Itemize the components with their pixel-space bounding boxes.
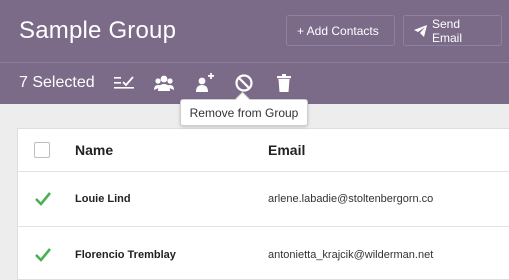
- remove-from-group-tooltip: Remove from Group: [180, 99, 308, 126]
- table-row[interactable]: Florencio Tremblay antonietta_krajcik@wi…: [18, 227, 509, 280]
- selected-count: 7 Selected: [19, 74, 95, 91]
- column-header-email[interactable]: Email: [268, 142, 305, 158]
- page-title: Sample Group: [19, 17, 177, 44]
- contact-name: Florencio Tremblay: [75, 249, 176, 261]
- tooltip-text: Remove from Group: [189, 105, 299, 120]
- check-icon[interactable]: [34, 190, 52, 208]
- contacts-table: Name Email Louie Lind arlene.labadie@sto…: [17, 128, 509, 280]
- check-icon[interactable]: [34, 246, 52, 264]
- contact-email: arlene.labadie@stoltenbergorn.co: [268, 193, 434, 205]
- trash-icon[interactable]: [273, 72, 295, 94]
- select-all-checkbox[interactable]: [34, 142, 50, 158]
- paper-plane-icon: [414, 24, 427, 37]
- contact-name: Louie Lind: [75, 193, 131, 205]
- group-users-icon[interactable]: [153, 72, 175, 94]
- group-header: Sample Group + Add Contacts Send Email 7…: [0, 0, 509, 104]
- contact-email: antonietta_krajcik@wilderman.net: [268, 249, 434, 261]
- remove-block-icon[interactable]: [233, 72, 255, 94]
- send-email-label: Send Email: [432, 16, 463, 45]
- add-to-group-icon[interactable]: [193, 72, 215, 94]
- column-header-name[interactable]: Name: [75, 142, 113, 158]
- send-email-button[interactable]: Send Email: [403, 15, 502, 46]
- add-contacts-label: + Add Contacts: [297, 23, 379, 38]
- select-list-icon[interactable]: [113, 72, 135, 94]
- header-divider: [0, 62, 509, 63]
- add-contacts-button[interactable]: + Add Contacts: [286, 15, 395, 46]
- table-header-row: Name Email: [18, 129, 509, 172]
- table-row[interactable]: Louie Lind arlene.labadie@stoltenbergorn…: [18, 172, 509, 227]
